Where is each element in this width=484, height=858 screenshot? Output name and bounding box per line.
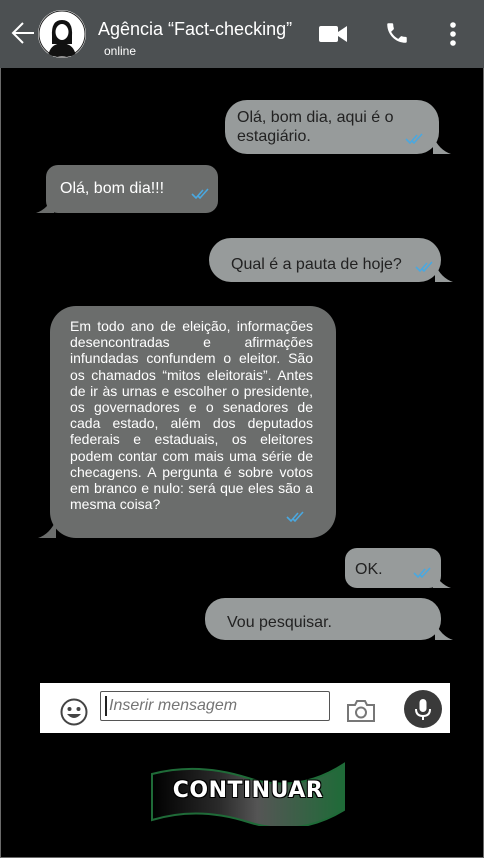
bubble-tail: [435, 264, 453, 282]
bubble-tail: [433, 136, 451, 154]
chat-title[interactable]: Agência “Fact-checking”: [98, 19, 292, 40]
avatar[interactable]: [38, 10, 86, 58]
message-bubble-outgoing: Vou pesquisar.: [205, 598, 453, 640]
message-composer: [40, 683, 450, 733]
microphone-button[interactable]: [404, 690, 442, 728]
message-input[interactable]: [107, 692, 326, 720]
message-text: Vou pesquisar.: [227, 614, 332, 631]
arrow-left-icon[interactable]: [10, 20, 36, 46]
avatar-icon: [38, 10, 86, 58]
chat-header: Agência “Fact-checking” online: [0, 0, 484, 68]
double-check-icon: [405, 133, 423, 145]
double-check-icon: [191, 188, 209, 200]
camera-icon[interactable]: [346, 699, 376, 723]
microphone-icon: [415, 699, 431, 720]
continue-button[interactable]: CONTINUAR: [148, 758, 348, 829]
message-text: Olá, bom dia!!!: [60, 180, 165, 197]
emoji-icon[interactable]: [60, 698, 88, 726]
message-bubble-outgoing: Olá, bom dia, aqui é o estagiário.: [225, 100, 451, 154]
bubble-tail: [433, 570, 451, 588]
double-check-icon: [286, 511, 304, 523]
message-bubble-outgoing: OK.: [345, 548, 451, 588]
bubble-tail: [36, 195, 54, 213]
chat-status: online: [104, 44, 137, 58]
message-bubble-incoming: Em todo ano de eleição, informações dese…: [38, 306, 336, 538]
continue-label: CONTINUAR: [172, 778, 324, 803]
more-vertical-icon[interactable]: [448, 20, 458, 48]
bubble-tail: [38, 520, 56, 538]
text-cursor: [105, 696, 107, 716]
video-camera-icon[interactable]: [318, 23, 348, 45]
bubble-tail: [435, 622, 453, 640]
message-text: Olá, bom dia, aqui é o estagiário.: [237, 109, 394, 145]
message-text: OK.: [355, 561, 383, 578]
phone-icon[interactable]: [384, 20, 410, 46]
message-bubble-outgoing: Qual é a pauta de hoje?: [209, 238, 453, 282]
message-bubble-incoming: Olá, bom dia!!!: [36, 165, 218, 213]
message-text: Qual é a pauta de hoje?: [231, 256, 402, 273]
message-input-box[interactable]: [100, 691, 330, 721]
double-check-icon: [415, 261, 433, 273]
message-text: Em todo ano de eleição, informações dese…: [70, 318, 313, 513]
double-check-icon: [413, 567, 431, 579]
